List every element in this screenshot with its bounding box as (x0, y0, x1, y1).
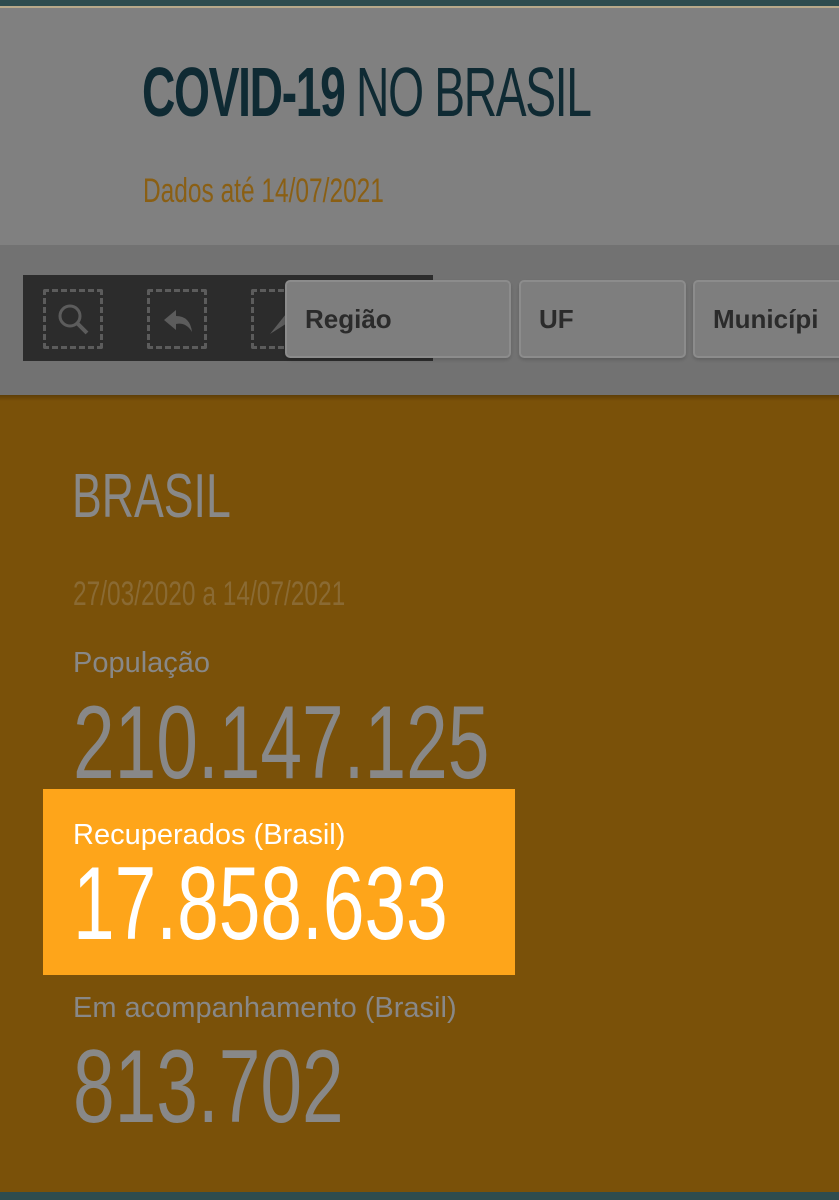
filter-uf[interactable]: UF (519, 280, 686, 358)
filter-regiao-label: Região (305, 304, 392, 334)
filter-bar: Região UF Municípi (0, 245, 839, 395)
undo-selection-button[interactable] (147, 289, 207, 349)
filter-municipio[interactable]: Municípi (693, 280, 839, 358)
bottom-stripe (0, 1192, 839, 1200)
monitoring-label: Em acompanhamento (Brasil) (73, 992, 457, 1024)
monitoring-value: 813.702 (73, 1029, 344, 1145)
top-stripe (0, 0, 839, 8)
section-shadow (0, 395, 839, 401)
filter-municipio-label: Municípi (713, 304, 819, 334)
region-title: BRASIL (72, 462, 231, 531)
zoom-selection-button[interactable] (43, 289, 103, 349)
population-label: População (73, 647, 211, 679)
recovered-card: Recuperados (Brasil) 17.858.633 (43, 789, 515, 975)
title-bold: COVID-19 (142, 53, 346, 131)
title-light: NO BRASIL (356, 53, 592, 131)
population-value: 210.147.125 (73, 685, 490, 801)
page-title: COVID-19 NO BRASIL (142, 44, 592, 140)
filter-uf-label: UF (539, 304, 574, 334)
recovered-value: 17.858.633 (73, 846, 448, 962)
updated-date: Dados até 14/07/2021 (143, 172, 384, 210)
filter-regiao[interactable]: Região (285, 280, 511, 358)
page-header: COVID-19 NO BRASIL Dados até 14/07/2021 (0, 8, 839, 245)
period-range: 27/03/2020 a 14/07/2021 (73, 575, 346, 613)
